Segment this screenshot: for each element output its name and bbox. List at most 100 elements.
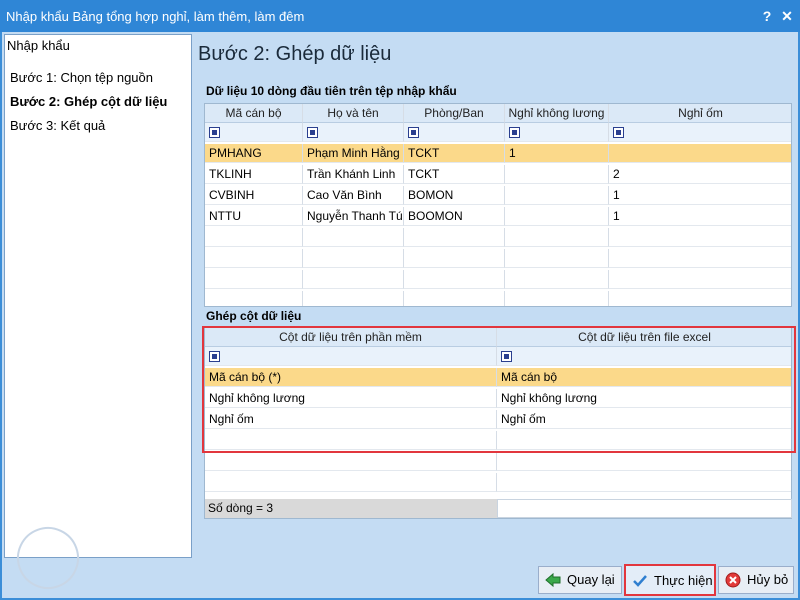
preview-data-row[interactable]: CVBINH Cao Văn Bình BOMON 1 (205, 186, 791, 205)
preview-filter-row (205, 123, 791, 142)
preview-cell[interactable]: Nguyễn Thanh Tú (303, 207, 404, 226)
preview-section-title: Dữ liệu 10 dòng đầu tiên trên tệp nhập k… (206, 84, 457, 98)
mapping-cell[interactable]: Mã cán bộ (497, 368, 791, 387)
preview-cell[interactable]: TKLINH (205, 165, 303, 184)
preview-empty-cell (205, 228, 303, 247)
filter-icon[interactable] (408, 127, 419, 138)
preview-empty-cell (609, 291, 791, 306)
mapping-filter-row (205, 347, 791, 366)
preview-cell[interactable]: BOOMON (404, 207, 505, 226)
preview-cell[interactable] (609, 144, 791, 163)
preview-header-cell[interactable]: Phòng/Ban (404, 104, 505, 123)
mapping-empty-cell (497, 452, 791, 471)
title-bar: Nhập khẩu Bảng tổng hợp nghỉ, làm thêm, … (0, 0, 800, 32)
mapping-data-row[interactable]: Nghỉ không lương Nghỉ không lương (205, 389, 791, 408)
preview-header-row: Mã cán bộ Họ và tên Phòng/Ban Nghỉ không lư… (205, 104, 791, 123)
preview-cell[interactable]: CVBINH (205, 186, 303, 205)
mapping-empty-cell (497, 431, 791, 450)
preview-filter-cell[interactable] (505, 123, 609, 142)
wizard-sidebar: Nhập khẩu Bước 1: Chọn tệp nguồn Bước 2:… (4, 34, 192, 598)
preview-cell[interactable]: Cao Văn Bình (303, 186, 404, 205)
mapping-filter-cell[interactable] (497, 347, 791, 366)
preview-header-cell[interactable]: Họ và tên (303, 104, 404, 123)
preview-cell[interactable]: Trần Khánh Linh (303, 165, 404, 184)
mapping-cell[interactable]: Nghỉ không lương (497, 389, 791, 408)
mapping-cell[interactable]: Nghỉ không lương (205, 389, 497, 408)
mapping-header-cell[interactable]: Cột dữ liệu trên phần mềm (205, 328, 497, 347)
filter-icon[interactable] (613, 127, 624, 138)
mapping-grid[interactable]: Cột dữ liệu trên phần mềm Cột dữ liệu trê… (204, 327, 792, 519)
preview-header-cell[interactable]: Nghỉ ốm (609, 104, 791, 123)
preview-empty-cell (404, 228, 505, 247)
preview-header-cell[interactable]: Mã cán bộ (205, 104, 303, 123)
preview-cell[interactable]: TCKT (404, 165, 505, 184)
row-count: Số dòng = 3 (205, 499, 497, 518)
filter-icon[interactable] (209, 127, 220, 138)
preview-cell[interactable]: 2 (609, 165, 791, 184)
preview-cell[interactable]: Phạm Minh Hằng (303, 144, 404, 163)
preview-cell[interactable]: 1 (609, 207, 791, 226)
filter-icon[interactable] (209, 351, 220, 362)
execute-button-label: Thực hiện (654, 573, 713, 588)
mapping-empty-row (205, 452, 791, 471)
preview-empty-cell (404, 249, 505, 268)
mapping-cell[interactable]: Nghỉ ốm (497, 410, 791, 429)
mapping-section-title: Ghép cột dữ liệu (206, 309, 302, 323)
sidebar-step-1[interactable]: Bước 1: Chọn tệp nguồn (10, 70, 153, 85)
preview-empty-cell (505, 270, 609, 289)
mapping-filter-cell[interactable] (205, 347, 497, 366)
preview-empty-cell (404, 291, 505, 306)
mapping-cell[interactable]: Mã cán bộ (*) (205, 368, 497, 387)
preview-empty-row (205, 270, 791, 289)
preview-filter-cell[interactable] (609, 123, 791, 142)
preview-data-row[interactable]: PMHANG Phạm Minh Hằng TCKT 1 (205, 144, 791, 163)
preview-filter-cell[interactable] (205, 123, 303, 142)
mapping-empty-cell (205, 431, 497, 450)
preview-cell[interactable] (505, 186, 609, 205)
mapping-empty-cell (497, 473, 791, 492)
preview-cell[interactable]: 1 (609, 186, 791, 205)
mapping-empty-row (205, 431, 791, 450)
window-title: Nhập khẩu Bảng tổng hợp nghỉ, làm thêm, … (6, 9, 305, 24)
preview-empty-cell (205, 291, 303, 306)
filter-icon[interactable] (509, 127, 520, 138)
mapping-cell[interactable]: Nghỉ ốm (205, 410, 497, 429)
preview-empty-cell (303, 270, 404, 289)
sidebar-title: Nhập khẩu (7, 38, 70, 53)
execute-button[interactable]: Thực hiện (624, 564, 716, 596)
mapping-data-row[interactable]: Nghỉ ốm Nghỉ ốm (205, 410, 791, 429)
preview-empty-cell (505, 291, 609, 306)
preview-empty-cell (404, 270, 505, 289)
preview-data-row[interactable]: TKLINH Trần Khánh Linh TCKT 2 (205, 165, 791, 184)
arrow-left-icon (545, 572, 561, 588)
back-button[interactable]: Quay lại (538, 566, 622, 594)
preview-filter-cell[interactable] (404, 123, 505, 142)
preview-cell[interactable] (505, 207, 609, 226)
preview-empty-row (205, 228, 791, 247)
filter-icon[interactable] (501, 351, 512, 362)
preview-cell[interactable]: TCKT (404, 144, 505, 163)
filter-icon[interactable] (307, 127, 318, 138)
mapping-header-cell[interactable]: Cột dữ liệu trên file excel (497, 328, 791, 347)
dialog-body: Nhập khẩu Bước 1: Chọn tệp nguồn Bước 2:… (2, 32, 798, 598)
preview-cell[interactable] (505, 165, 609, 184)
preview-cell[interactable]: PMHANG (205, 144, 303, 163)
preview-cell[interactable]: 1 (505, 144, 609, 163)
cancel-button[interactable]: Hủy bỏ (718, 566, 794, 594)
preview-grid[interactable]: Mã cán bộ Họ và tên Phòng/Ban Nghỉ không lư… (204, 103, 792, 307)
sidebar-step-3[interactable]: Bước 3: Kết quả (10, 118, 105, 133)
preview-cell[interactable]: BOMON (404, 186, 505, 205)
sidebar-step-2[interactable]: Bước 2: Ghép cột dữ liệu (10, 94, 167, 109)
close-button[interactable]: ✕ (778, 6, 796, 26)
help-button[interactable]: ? (758, 6, 776, 26)
preview-data-row[interactable]: NTTU Nguyễn Thanh Tú BOOMON 1 (205, 207, 791, 226)
mapping-empty-cell (205, 452, 497, 471)
mapping-empty-cell (205, 473, 497, 492)
preview-cell[interactable]: NTTU (205, 207, 303, 226)
preview-empty-row (205, 291, 791, 306)
preview-empty-cell (303, 291, 404, 306)
cancel-button-label: Hủy bỏ (747, 572, 789, 587)
preview-header-cell[interactable]: Nghỉ không lương (505, 104, 609, 123)
mapping-data-row[interactable]: Mã cán bộ (*) Mã cán bộ (205, 368, 791, 387)
preview-filter-cell[interactable] (303, 123, 404, 142)
